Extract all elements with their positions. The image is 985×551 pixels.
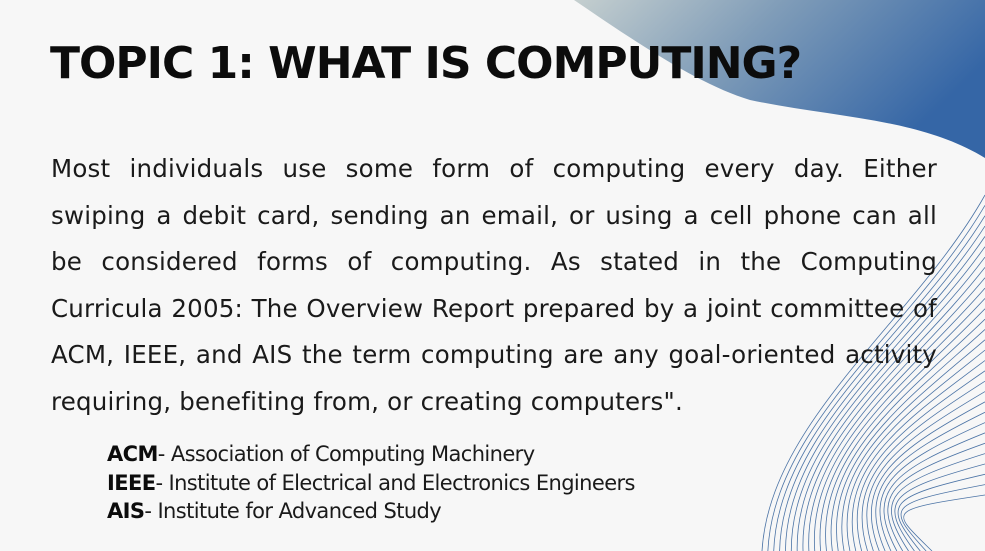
body-paragraph: Most individuals use some form of comput… (51, 154, 937, 416)
definition-acm: ACM- Association of Computing Machinery (107, 440, 635, 469)
definition-text: - Institute of Electrical and Electronic… (155, 470, 635, 495)
definition-text: - Institute for Advanced Study (144, 499, 442, 523)
wave-line (897, 473, 985, 551)
slide-title: TOPIC 1: WHAT IS COMPUTING? (50, 38, 802, 89)
wave-line (894, 463, 985, 551)
abbreviation-list: ACM- Association of Computing Machinery … (107, 440, 635, 526)
abbreviation: AIS (107, 499, 145, 523)
slide: TOPIC 1: WHAT IS COMPUTING? Most individ… (0, 0, 985, 551)
abbreviation: IEEE (107, 470, 156, 495)
definition-ais: AIS- Institute for Advanced Study (107, 497, 635, 526)
definition-ieee: IEEE- Institute of Electrical and Electr… (107, 469, 635, 498)
wave-line (903, 494, 985, 551)
wave-line (879, 422, 985, 551)
abbreviation: ACM (107, 442, 158, 466)
definition-text: - Association of Computing Machinery (157, 442, 535, 466)
